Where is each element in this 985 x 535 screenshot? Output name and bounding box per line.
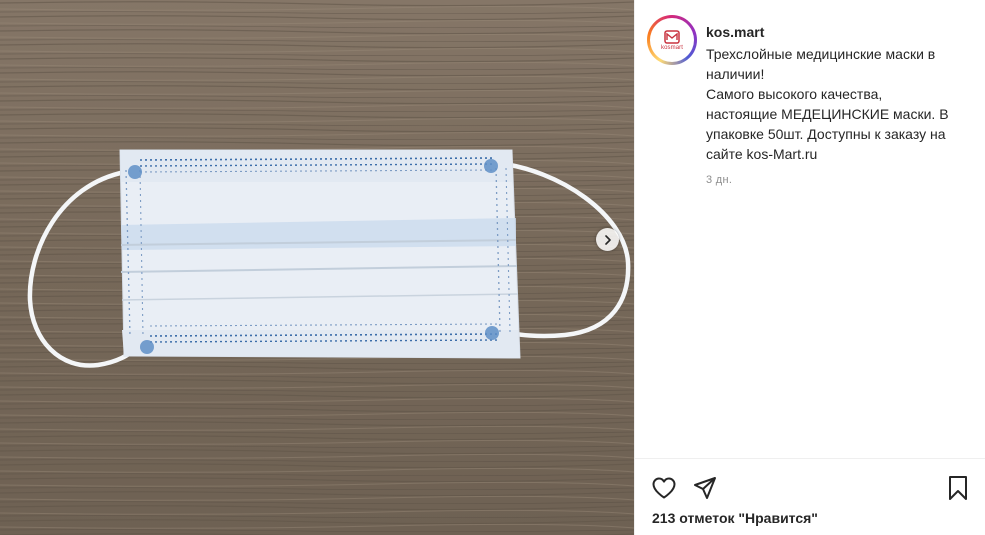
post-sidebar: kosmart kos.mart Трехслойные медицинские… bbox=[634, 0, 985, 535]
bookmark-icon[interactable] bbox=[947, 475, 969, 501]
post-media bbox=[0, 0, 634, 535]
avatar[interactable]: kosmart bbox=[647, 15, 697, 65]
avatar-brand: kosmart bbox=[660, 44, 684, 51]
paper-plane-icon[interactable] bbox=[693, 476, 717, 500]
heart-icon[interactable] bbox=[651, 476, 677, 500]
username[interactable]: kos.mart bbox=[706, 24, 764, 40]
likes-count[interactable]: 213 отметок "Нравится" bbox=[652, 510, 818, 526]
post-timestamp[interactable]: 3 дн. bbox=[706, 174, 732, 186]
chevron-right-icon bbox=[604, 234, 611, 245]
next-image-button[interactable] bbox=[596, 228, 619, 251]
post-actions bbox=[635, 472, 985, 502]
mask-photo bbox=[0, 0, 634, 535]
kosmart-logo-icon bbox=[664, 29, 680, 44]
post-caption: Трехслойные медицинские маски в наличии!… bbox=[706, 46, 949, 162]
divider bbox=[635, 458, 985, 459]
